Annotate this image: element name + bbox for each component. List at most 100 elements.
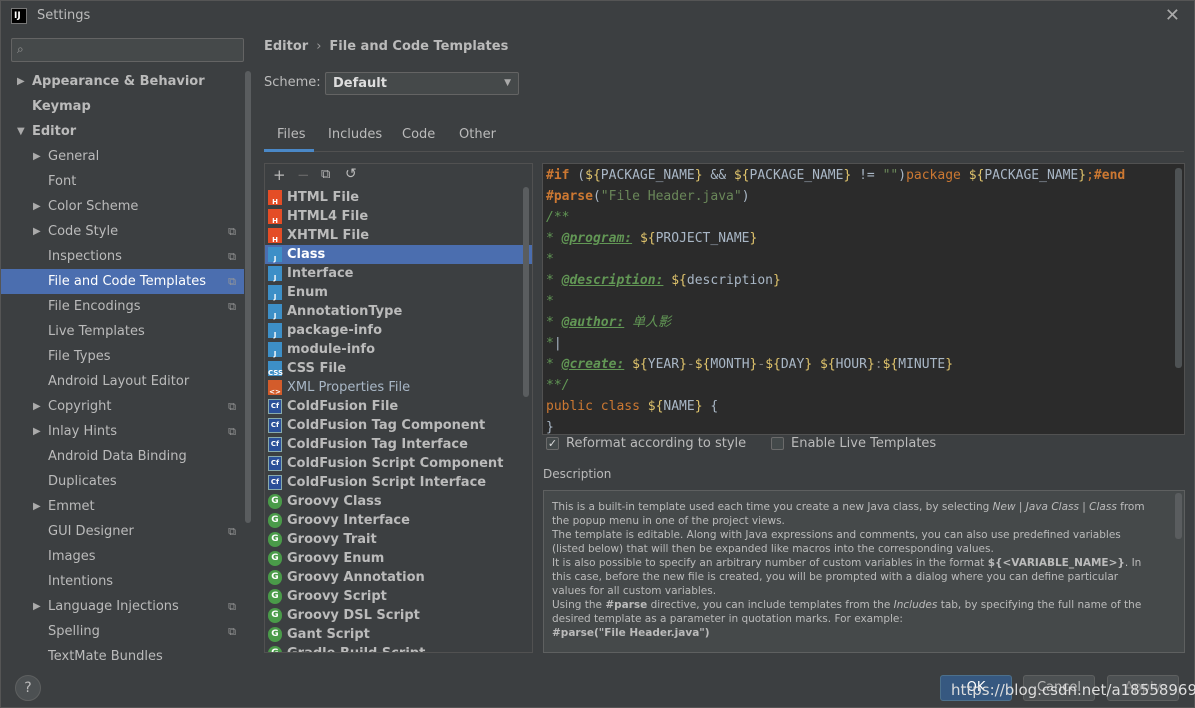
live-templates-label[interactable]: Enable Live Templates [791, 436, 936, 451]
tree-item[interactable]: Live Templates [1, 319, 244, 344]
tree-item[interactable]: ▶ Color Scheme [1, 194, 244, 219]
tree-item[interactable]: Intentions [1, 569, 244, 594]
chevron-right-icon[interactable]: ▶ [33, 219, 41, 244]
groovy-icon: G [268, 589, 282, 604]
tree-item-label: Live Templates [48, 324, 145, 339]
tree-item[interactable]: ▶ Inlay Hints ⧉ [1, 419, 244, 444]
description-scrollbar[interactable] [1175, 493, 1182, 539]
template-list-item[interactable]: G Groovy Script [265, 587, 532, 606]
description-box: This is a built-in template used each ti… [543, 490, 1185, 653]
chevron-right-icon[interactable]: ▶ [33, 394, 41, 419]
tree-item[interactable]: Images [1, 544, 244, 569]
chevron-right-icon[interactable]: ▶ [33, 419, 41, 444]
reset-icon[interactable]: ↺ [345, 166, 357, 182]
tab-other[interactable]: Other [459, 127, 496, 142]
tree-item[interactable]: ▶ Copyright ⧉ [1, 394, 244, 419]
template-list-item[interactable]: Cf ColdFusion Tag Component [265, 416, 532, 435]
template-code-editor[interactable]: #if (${PACKAGE_NAME} && ${PACKAGE_NAME} … [542, 163, 1185, 435]
groovy-icon: G [268, 494, 282, 509]
template-list-item[interactable]: G Groovy Enum [265, 549, 532, 568]
tree-item[interactable]: Keymap [1, 94, 244, 119]
tree-item[interactable]: ▶ Appearance & Behavior [1, 69, 244, 94]
tab-code[interactable]: Code [402, 127, 435, 142]
remove-template-icon[interactable]: − [297, 166, 310, 184]
chevron-right-icon[interactable]: ▶ [33, 144, 41, 169]
tree-item[interactable]: Android Layout Editor [1, 369, 244, 394]
tree-item[interactable]: File and Code Templates ⧉ [1, 269, 244, 294]
code-token: 单人影 [624, 315, 672, 330]
tree-item[interactable]: GUI Designer ⧉ [1, 519, 244, 544]
chevron-right-icon[interactable]: ▶ [33, 594, 41, 619]
template-list-item[interactable]: J Interface [265, 264, 532, 283]
template-list-item[interactable]: Cf ColdFusion File [265, 397, 532, 416]
template-list-item[interactable]: Jpackage-info [265, 321, 532, 340]
description-text: | [1015, 501, 1026, 513]
tree-item[interactable]: File Types [1, 344, 244, 369]
add-template-icon[interactable]: + [273, 166, 286, 184]
template-list-item[interactable]: G Groovy Class [265, 492, 532, 511]
code-token: ( [569, 168, 586, 183]
template-list-item[interactable]: CSS CSS File [265, 359, 532, 378]
code-token: } [772, 273, 781, 288]
tree-item[interactable]: Spelling ⧉ [1, 619, 244, 644]
intellij-logo-icon: IJ [11, 8, 27, 24]
tree-item[interactable]: File Encodings ⧉ [1, 294, 244, 319]
template-list-item[interactable]: Cf ColdFusion Tag Interface [265, 435, 532, 454]
scheme-dropdown[interactable]: Default ▼ [325, 72, 519, 95]
template-list-item[interactable]: H HTML File [265, 188, 532, 207]
help-button[interactable]: ? [15, 675, 41, 701]
tree-item-label: GUI Designer [48, 524, 134, 539]
template-list-item[interactable]: Cf ColdFusion Script Component [265, 454, 532, 473]
code-token: package [906, 168, 969, 183]
tree-item[interactable]: ▼ Editor [1, 119, 244, 144]
description-heading: Description [543, 467, 612, 481]
template-list-panel: + − ⧉ ↺ H HTML File H HTML4 File H XHTML File… [264, 163, 533, 653]
breadcrumb-parent[interactable]: Editor [264, 39, 308, 54]
tree-scrollbar[interactable] [245, 71, 251, 523]
tab-includes[interactable]: Includes [328, 127, 382, 142]
template-list-item[interactable]: H HTML4 File [265, 207, 532, 226]
reformat-checkbox[interactable]: ✓ [546, 437, 559, 450]
template-label: ColdFusion File [287, 399, 399, 414]
template-list-item[interactable]: G Gant Script [265, 625, 532, 644]
tree-item[interactable]: ▶ Code Style ⧉ [1, 219, 244, 244]
template-list-item[interactable]: J AnnotationType [265, 302, 532, 321]
tree-item[interactable]: Inspections ⧉ [1, 244, 244, 269]
close-icon[interactable]: ✕ [1165, 5, 1180, 26]
template-list-item[interactable]: G Groovy Annotation [265, 568, 532, 587]
template-list-item[interactable]: G Groovy DSL Script [265, 606, 532, 625]
chevron-right-icon[interactable]: ▶ [33, 494, 41, 519]
copy-template-icon[interactable]: ⧉ [321, 167, 330, 182]
template-list-item[interactable]: G Gradle Build Script [265, 644, 532, 652]
tree-item[interactable]: Duplicates [1, 469, 244, 494]
template-list-item[interactable]: Cf ColdFusion Script Interface [265, 473, 532, 492]
template-label: HTML4 File [287, 209, 369, 224]
chevron-right-icon[interactable]: ▶ [33, 194, 41, 219]
reformat-label[interactable]: Reformat according to style [566, 436, 746, 451]
editor-scrollbar[interactable] [1175, 168, 1182, 368]
code-token: } [866, 357, 875, 372]
tree-item[interactable]: ▶ Emmet [1, 494, 244, 519]
template-list-item[interactable]: Jmodule-info [265, 340, 532, 359]
tab-files[interactable]: Files [277, 127, 306, 142]
template-list-item[interactable]: J Class [265, 245, 532, 264]
live-templates-checkbox[interactable] [771, 437, 784, 450]
settings-search-input[interactable]: ⌕ [11, 38, 244, 62]
tree-item[interactable]: ▶ General [1, 144, 244, 169]
code-token: * [546, 273, 562, 288]
template-list-item[interactable]: <> XML Properties File [265, 378, 532, 397]
template-list-scrollbar[interactable] [523, 187, 529, 397]
tree-item[interactable]: Android Data Binding [1, 444, 244, 469]
chevron-right-icon[interactable]: ▶ [17, 69, 25, 94]
tree-item[interactable]: ▶ Language Injections ⧉ [1, 594, 244, 619]
template-list-item[interactable]: J Enum [265, 283, 532, 302]
chevron-down-icon[interactable]: ▼ [17, 119, 25, 144]
template-list-item[interactable]: H XHTML File [265, 226, 532, 245]
code-line: #if (${PACKAGE_NAME} && ${PACKAGE_NAME} … [546, 165, 1125, 186]
breadcrumb: Editor › File and Code Templates [264, 39, 508, 54]
tree-item[interactable]: Font [1, 169, 244, 194]
template-list-item[interactable]: G Groovy Interface [265, 511, 532, 530]
code-token: - [686, 357, 695, 372]
template-list-item[interactable]: G Groovy Trait [265, 530, 532, 549]
tree-item[interactable]: TextMate Bundles [1, 644, 244, 663]
